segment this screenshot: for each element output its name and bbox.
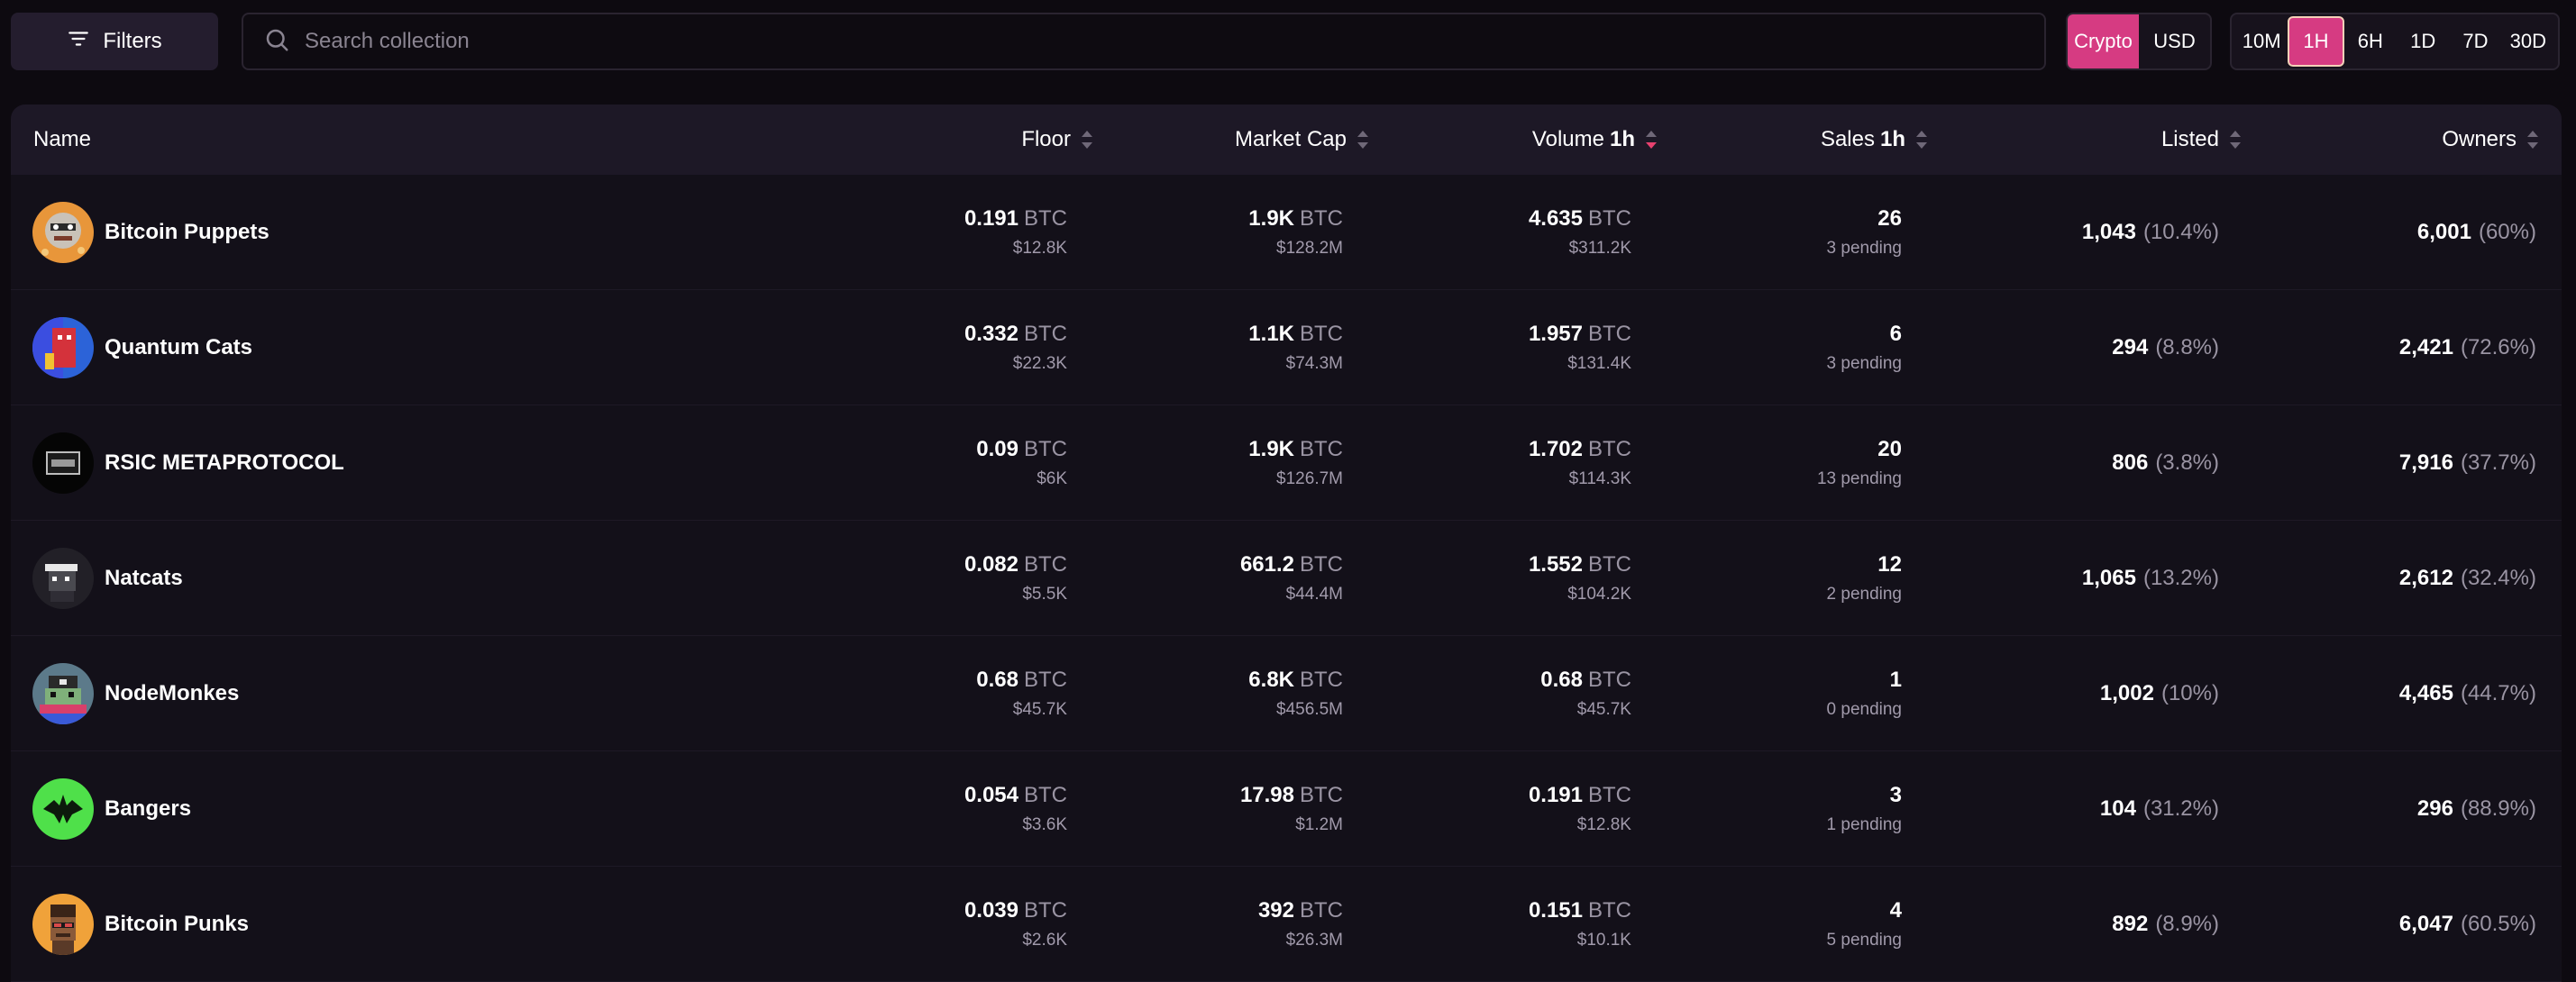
floor-cell: 0.68 BTC $45.7K <box>976 668 1067 719</box>
sales-cell: 6 3 pending <box>1826 322 1902 373</box>
table-row[interactable]: Quantum Cats 0.332 BTC $22.3K 1.1K BTC $74… <box>11 290 2562 405</box>
owners-cell: 296 (88.9%) <box>2416 796 2536 821</box>
sort-icon <box>2230 130 2241 150</box>
owners-cell: 6,001 (60%) <box>2416 220 2536 244</box>
search-box <box>242 13 2046 70</box>
sales-cell: 3 1 pending <box>1826 783 1902 834</box>
collection-name[interactable]: Natcats <box>105 521 183 636</box>
period-toggle: 10M 1H 6H 1D 7D 30D <box>2230 13 2560 70</box>
period-option-1h[interactable]: 1H <box>2288 16 2344 67</box>
collection-name[interactable]: Bitcoin Puppets <box>105 175 269 290</box>
puppet-avatar-icon <box>32 202 94 263</box>
listed-cell: 1,002 (10%) <box>2099 681 2219 705</box>
owners-cell: 2,612 (32.4%) <box>2398 566 2536 590</box>
collection-name[interactable]: Bangers <box>105 751 191 867</box>
column-header-floor[interactable]: Floor <box>822 105 1092 175</box>
volume-cell: 1.552 BTC $104.2K <box>1528 552 1631 604</box>
filters-label: Filters <box>103 29 162 53</box>
listed-cell: 104 (31.2%) <box>2099 796 2219 821</box>
listed-cell: 294 (8.8%) <box>2112 335 2219 359</box>
listed-cell: 1,065 (13.2%) <box>2081 566 2219 590</box>
currency-option-usd[interactable]: USD <box>2139 14 2210 68</box>
volume-cell: 1.957 BTC $131.4K <box>1528 322 1631 373</box>
owners-cell: 6,047 (60.5%) <box>2398 912 2536 936</box>
search-icon <box>263 26 290 58</box>
period-option-10m[interactable]: 10M <box>2235 16 2288 67</box>
column-header-sales[interactable]: Sales 1h <box>1660 105 1927 175</box>
nodemonke-avatar-icon <box>32 663 94 724</box>
currency-option-crypto[interactable]: Crypto <box>2068 14 2139 68</box>
sort-icon <box>1082 130 1092 150</box>
listed-cell: 892 (8.9%) <box>2112 912 2219 936</box>
period-option-7d[interactable]: 7D <box>2449 16 2501 67</box>
table-row[interactable]: Bitcoin Punks 0.039 BTC $2.6K 392 BTC $26.… <box>11 867 2562 982</box>
sales-cell: 4 5 pending <box>1826 898 1902 950</box>
natcat-avatar-icon <box>32 548 94 609</box>
column-header-owners[interactable]: Owners <box>2264 105 2538 175</box>
currency-toggle: Crypto USD <box>2066 13 2212 70</box>
volume-cell: 4.635 BTC $311.2K <box>1528 206 1631 258</box>
market-cap-cell: 1.1K BTC $74.3M <box>1248 322 1343 373</box>
punk-avatar-icon <box>32 894 94 955</box>
sort-icon <box>1357 130 1368 150</box>
column-header-name[interactable]: Name <box>33 105 91 175</box>
sort-icon <box>2527 130 2538 150</box>
volume-cell: 1.702 BTC $114.3K <box>1528 437 1631 488</box>
table-row[interactable]: Bitcoin Puppets 0.191 BTC $12.8K 1.9K BTC … <box>11 175 2562 290</box>
owners-cell: 2,421 (72.6%) <box>2398 335 2536 359</box>
listed-cell: 806 (3.8%) <box>2112 450 2219 475</box>
period-option-6h[interactable]: 6H <box>2344 16 2397 67</box>
sort-desc-icon <box>1646 130 1657 150</box>
market-cap-cell: 17.98 BTC $1.2M <box>1239 783 1343 834</box>
floor-cell: 0.09 BTC $6K <box>976 437 1067 488</box>
period-option-1d[interactable]: 1D <box>2397 16 2449 67</box>
owners-cell: 4,465 (44.7%) <box>2398 681 2536 705</box>
listed-cell: 1,043 (10.4%) <box>2081 220 2219 244</box>
floor-cell: 0.082 BTC $5.5K <box>964 552 1067 604</box>
collection-name[interactable]: NodeMonkes <box>105 636 239 751</box>
market-cap-cell: 1.9K BTC $128.2M <box>1248 206 1343 258</box>
table-header: Name Floor Market Cap Volume 1h Sales 1h… <box>11 105 2562 175</box>
collections-table: Name Floor Market Cap Volume 1h Sales 1h… <box>11 105 2562 982</box>
sales-cell: 20 13 pending <box>1816 437 1902 488</box>
floor-cell: 0.039 BTC $2.6K <box>964 898 1067 950</box>
sales-cell: 26 3 pending <box>1826 206 1902 258</box>
market-cap-cell: 392 BTC $26.3M <box>1257 898 1343 950</box>
rsic-avatar-icon <box>32 432 94 494</box>
quantum-cat-avatar-icon <box>32 317 94 378</box>
market-cap-cell: 1.9K BTC $126.7M <box>1248 437 1343 488</box>
search-input[interactable] <box>305 29 2017 54</box>
collection-name[interactable]: Quantum Cats <box>105 290 252 405</box>
column-header-volume[interactable]: Volume 1h <box>1381 105 1657 175</box>
market-cap-cell: 6.8K BTC $456.5M <box>1248 668 1343 719</box>
sales-cell: 12 2 pending <box>1826 552 1902 604</box>
table-row[interactable]: NodeMonkes 0.68 BTC $45.7K 6.8K BTC $456.5… <box>11 636 2562 751</box>
top-toolbar: Filters Crypto USD 10M 1H 6H 1D 7D 30D <box>0 0 2576 90</box>
floor-cell: 0.054 BTC $3.6K <box>964 783 1067 834</box>
collection-name[interactable]: RSIC METAPROTOCOL <box>105 405 344 521</box>
filters-button[interactable]: Filters <box>11 13 218 70</box>
floor-cell: 0.332 BTC $22.3K <box>964 322 1067 373</box>
banger-avatar-icon <box>32 778 94 840</box>
collection-name[interactable]: Bitcoin Punks <box>105 867 249 982</box>
sort-icon <box>1916 130 1927 150</box>
filter-icon <box>67 27 90 57</box>
owners-cell: 7,916 (37.7%) <box>2398 450 2536 475</box>
column-header-market-cap[interactable]: Market Cap <box>1092 105 1368 175</box>
volume-cell: 0.68 BTC $45.7K <box>1540 668 1631 719</box>
period-option-30d[interactable]: 30D <box>2502 16 2554 67</box>
market-cap-cell: 661.2 BTC $44.4M <box>1239 552 1343 604</box>
floor-cell: 0.191 BTC $12.8K <box>964 206 1067 258</box>
volume-cell: 0.191 BTC $12.8K <box>1528 783 1631 834</box>
table-row[interactable]: RSIC METAPROTOCOL 0.09 BTC $6K 1.9K BTC $1… <box>11 405 2562 521</box>
column-header-listed[interactable]: Listed <box>1976 105 2241 175</box>
sales-cell: 1 0 pending <box>1826 668 1902 719</box>
table-row[interactable]: Bangers 0.054 BTC $3.6K 17.98 BTC $1.2M 0.… <box>11 751 2562 867</box>
volume-cell: 0.151 BTC $10.1K <box>1528 898 1631 950</box>
table-row[interactable]: Natcats 0.082 BTC $5.5K 661.2 BTC $44.4M 1… <box>11 521 2562 636</box>
